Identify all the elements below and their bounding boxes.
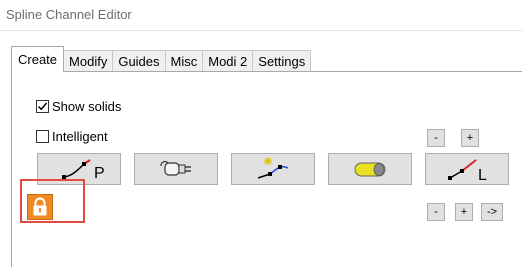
row1-plus-button[interactable]: +: [461, 129, 479, 147]
spline-point-letter: P: [94, 165, 105, 182]
solid-pill-button[interactable]: [328, 153, 412, 185]
spline-star-icon: [257, 157, 289, 179]
tab-modi-2[interactable]: Modi 2: [202, 50, 254, 72]
show-solids-checkbox[interactable]: [36, 100, 49, 113]
spline-line-icon: L: [448, 159, 487, 184]
show-solids-label: Show solids: [52, 99, 122, 114]
title-divider: [0, 30, 522, 31]
tab-modify[interactable]: Modify: [63, 50, 114, 72]
spline-line-letter: L: [478, 167, 487, 184]
intelligent-checkbox[interactable]: [36, 130, 49, 143]
tab-bar: Create Modify Guides Misc Modi 2 Setting…: [11, 46, 312, 72]
row1-minus-button[interactable]: -: [427, 129, 445, 147]
row2-arrow-button[interactable]: ->: [481, 203, 503, 221]
row2-minus-button[interactable]: -: [427, 203, 445, 221]
solid-pill-icon: [354, 162, 386, 177]
checkmark-icon: [37, 102, 48, 111]
spline-star-button[interactable]: [231, 153, 315, 185]
plug-button[interactable]: [134, 153, 218, 185]
show-solids-option[interactable]: Show solids: [36, 99, 121, 114]
window-title: Spline Channel Editor: [6, 7, 132, 22]
tab-misc[interactable]: Misc: [164, 50, 204, 72]
tab-guides[interactable]: Guides: [112, 50, 166, 72]
tab-settings[interactable]: Settings: [252, 50, 312, 72]
lock-highlight-box: [20, 179, 85, 223]
intelligent-label: Intelligent: [52, 129, 108, 144]
row2-plus-button[interactable]: +: [455, 203, 473, 221]
spline-line-button[interactable]: L: [425, 153, 509, 185]
intelligent-option[interactable]: Intelligent: [36, 129, 108, 144]
plug-icon: [160, 160, 191, 176]
tab-create[interactable]: Create: [11, 46, 65, 72]
